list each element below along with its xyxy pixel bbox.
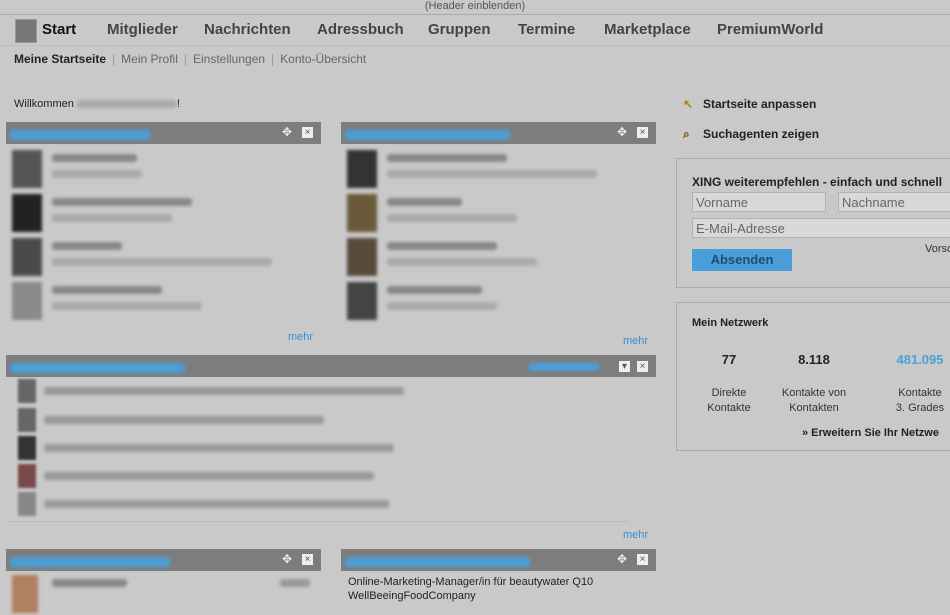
profile-photo[interactable] <box>347 282 377 320</box>
close-icon[interactable]: × <box>637 361 648 372</box>
nav-adressbuch[interactable]: Adressbuch <box>317 21 404 38</box>
move-icon[interactable]: ✥ <box>617 126 629 138</box>
profile-photo[interactable] <box>12 282 42 320</box>
nav-start[interactable]: Start <box>42 21 76 38</box>
network-news-panel-title <box>10 359 185 374</box>
recommend-xing-box: XING weiterempfehlen - einfach und schne… <box>676 158 950 288</box>
visitors-panel-title <box>10 126 150 141</box>
email-field[interactable]: E-Mail-Adresse <box>692 218 950 238</box>
birthdays-panel-header: ✥ × <box>6 549 321 571</box>
contacts-panel: ✥ × mehr <box>341 122 656 347</box>
third-degree-count[interactable]: 481.095 <box>877 352 950 367</box>
preview-link[interactable]: Vorsc <box>925 243 950 255</box>
jobs-panel-title <box>345 553 530 568</box>
network-box: Mein Netzwerk 77 8.118 481.095 Direkte Ko… <box>676 302 950 451</box>
lastname-field[interactable]: Nachname <box>838 192 950 212</box>
nav-marketplace[interactable]: Marketplace <box>604 21 691 38</box>
profile-photo[interactable] <box>347 150 377 188</box>
third-degree-label: Kontakte 3. Grades <box>895 387 945 414</box>
firstname-field[interactable]: Vorname <box>692 192 826 212</box>
visitors-more-link[interactable]: mehr <box>288 331 313 343</box>
news-more-link[interactable]: mehr <box>623 529 648 541</box>
profile-photo[interactable] <box>347 238 377 276</box>
dropdown-icon[interactable]: ▾ <box>619 361 630 372</box>
news-options-links[interactable] <box>529 363 599 371</box>
visitors-panel-header: ✥ × <box>6 122 321 144</box>
customize-startpage-link[interactable]: ↖ Startseite anpassen <box>683 97 816 111</box>
jobs-panel-header: ✥ × <box>341 549 656 571</box>
profile-photo[interactable] <box>12 194 42 232</box>
welcome-message: Willkommen ! <box>14 98 180 110</box>
contacts-panel-title <box>345 126 510 141</box>
header-toggle-link[interactable]: (Header einblenden) <box>0 0 950 13</box>
contacts-panel-header: ✥ × <box>341 122 656 144</box>
pointer-icon: ↖ <box>683 97 694 111</box>
welcome-suffix: ! <box>176 98 181 110</box>
close-icon[interactable]: × <box>637 554 648 565</box>
magnifier-icon: ⌕ <box>683 127 690 141</box>
job-offer-title[interactable]: Online-Marketing-Manager/in für beautywa… <box>348 576 593 588</box>
close-icon[interactable]: × <box>302 554 313 565</box>
recommend-title: XING weiterempfehlen - einfach und schne… <box>692 175 943 189</box>
birthdays-panel-title <box>10 553 170 568</box>
visitors-panel: ✥ × mehr <box>6 122 321 347</box>
move-icon[interactable]: ✥ <box>282 126 294 138</box>
network-title: Mein Netzwerk <box>692 317 769 329</box>
profile-photo[interactable] <box>12 575 38 613</box>
birthdays-panel: ✥ × <box>6 549 321 613</box>
sub-navigation: Meine Startseite | Mein Profil | Einstellung… <box>14 52 367 66</box>
subnav-meine-startseite[interactable]: Meine Startseite <box>14 52 106 66</box>
nav-nachrichten[interactable]: Nachrichten <box>204 21 291 38</box>
profile-photo[interactable] <box>12 150 42 188</box>
direct-contacts-count[interactable]: 77 <box>699 352 759 367</box>
welcome-prefix: Willkommen <box>14 98 74 110</box>
main-navigation: Start Mitglieder Nachrichten Adressbuch … <box>0 14 950 46</box>
profile-photo[interactable] <box>12 238 42 276</box>
subnav-konto-uebersicht[interactable]: Konto-Übersicht <box>280 52 366 66</box>
divider <box>8 521 628 522</box>
subnav-mein-profil[interactable]: Mein Profil <box>121 52 178 66</box>
expand-network-link[interactable]: » Erweitern Sie Ihr Netzwe <box>802 427 939 439</box>
contacts-more-link[interactable]: mehr <box>623 335 648 347</box>
second-degree-count[interactable]: 8.118 <box>774 352 854 367</box>
subnav-einstellungen[interactable]: Einstellungen <box>193 52 265 66</box>
nav-mitglieder[interactable]: Mitglieder <box>107 21 178 38</box>
blurred-username <box>76 100 177 109</box>
submit-button[interactable]: Absenden <box>692 249 792 271</box>
close-icon[interactable]: × <box>637 127 648 138</box>
profile-photo[interactable] <box>347 194 377 232</box>
nav-premiumworld[interactable]: PremiumWorld <box>717 21 823 38</box>
move-icon[interactable]: ✥ <box>617 553 629 565</box>
close-icon[interactable]: × <box>302 127 313 138</box>
nav-gruppen[interactable]: Gruppen <box>428 21 491 38</box>
direct-contacts-label: Direkte Kontakte <box>707 387 751 414</box>
nav-termine[interactable]: Termine <box>518 21 575 38</box>
network-news-panel: ▾ × mehr <box>6 355 656 545</box>
job-offer-company[interactable]: WellBeeingFoodCompany <box>348 590 476 602</box>
search-agents-link[interactable]: ⌕ Suchagenten zeigen <box>683 127 819 142</box>
network-news-panel-header: ▾ × <box>6 355 656 377</box>
move-icon[interactable]: ✥ <box>282 553 294 565</box>
avatar[interactable] <box>15 19 37 43</box>
second-degree-label: Kontakte von Kontakten <box>781 387 847 414</box>
